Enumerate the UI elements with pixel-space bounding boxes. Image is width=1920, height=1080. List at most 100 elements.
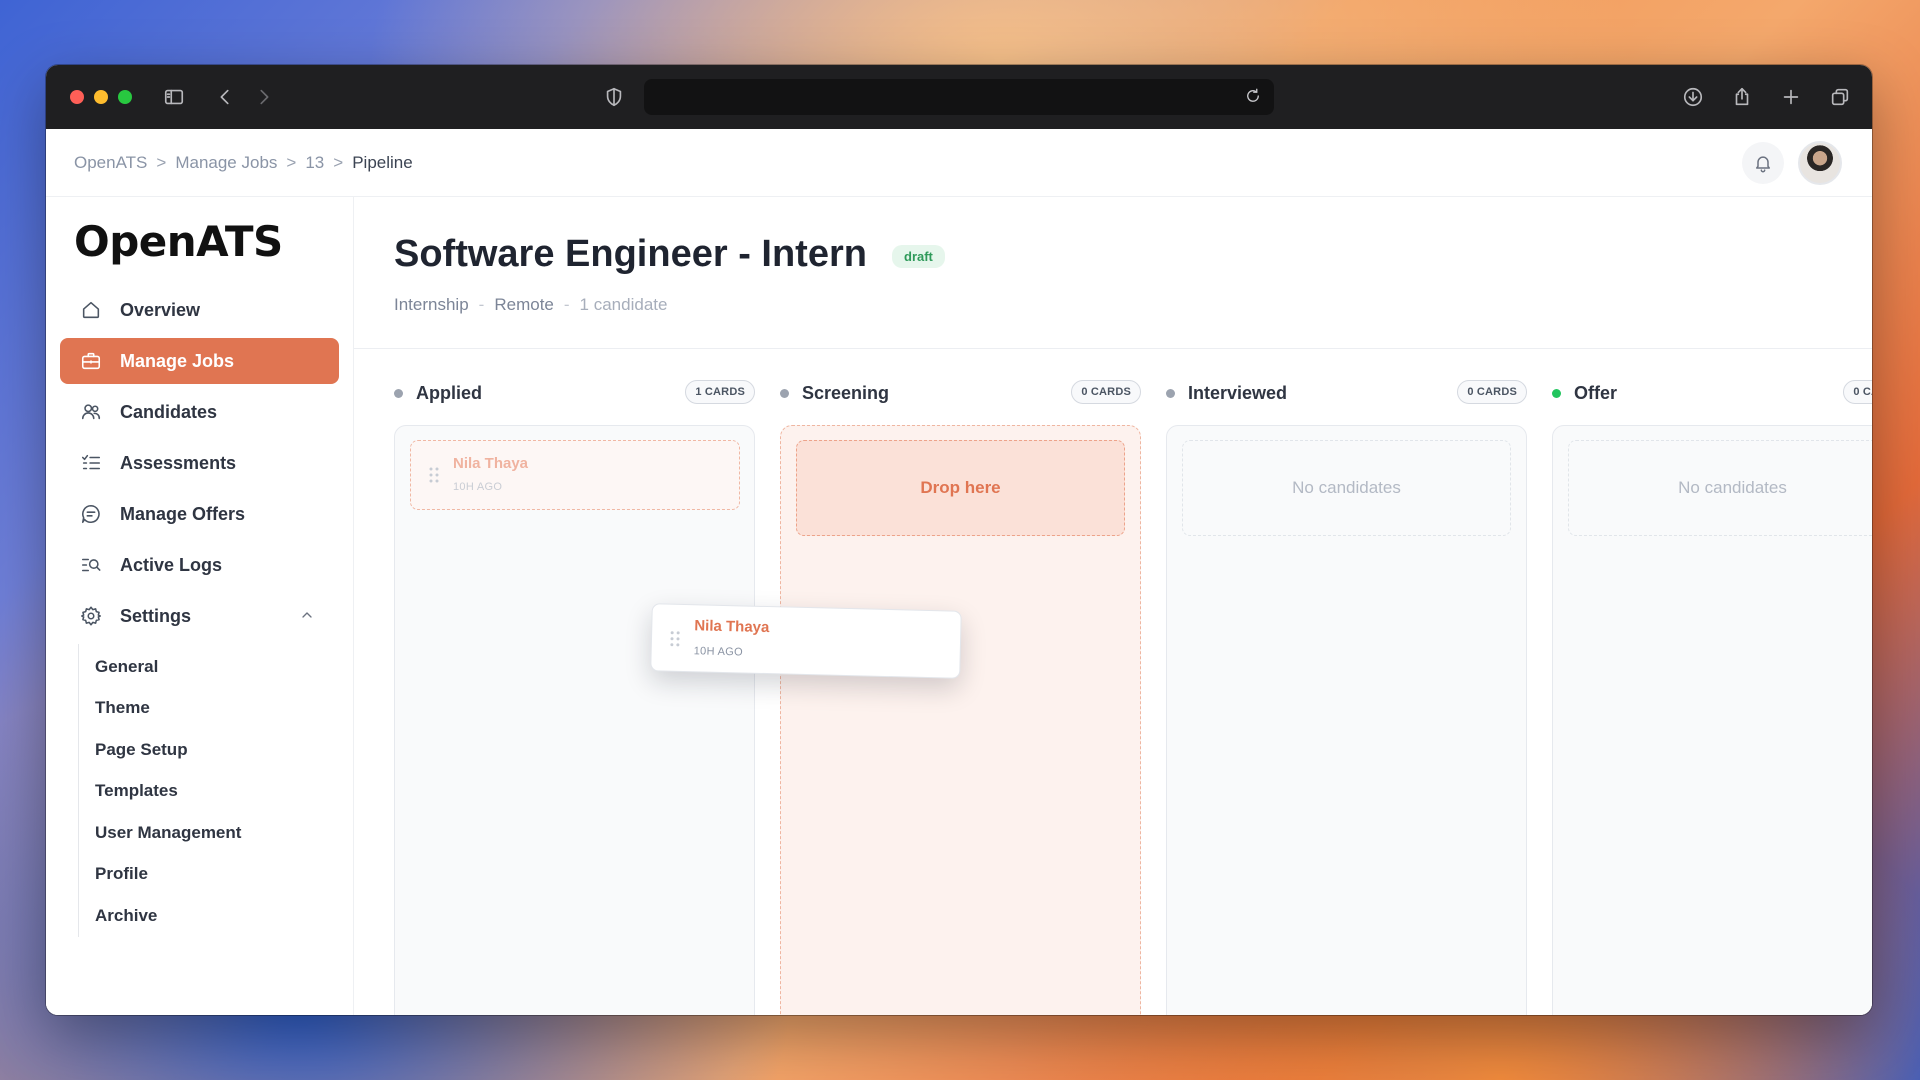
- column-header: Interviewed 0 CARDS: [1166, 377, 1527, 409]
- drag-handle-icon: [429, 467, 439, 483]
- sidebar-item-manage-offers[interactable]: Manage Offers: [60, 491, 339, 537]
- browser-toolbar: [46, 65, 1872, 129]
- candidate-time: 10H AGO: [453, 481, 503, 493]
- sidebar-item-label: Manage Jobs: [120, 350, 235, 371]
- breadcrumb-separator: >: [286, 152, 297, 172]
- empty-state: No candidates: [1568, 440, 1872, 536]
- pipeline-column-applied: Applied 1 CARDS Nila Thaya 10H AGO: [394, 377, 755, 1015]
- sidebar-nav: Overview Manage Jobs Candidates Assessme…: [60, 287, 339, 937]
- main-content: Software Engineer - Intern draft Interns…: [354, 197, 1872, 1015]
- column-count-badge: 1 CARDS: [685, 380, 755, 404]
- sidebar-item-label: Active Logs: [120, 554, 223, 575]
- settings-item-page-setup[interactable]: Page Setup: [95, 729, 339, 771]
- close-window-button[interactable]: [70, 90, 84, 104]
- column-dropzone[interactable]: No candidates: [1166, 425, 1527, 1015]
- sidebar-item-manage-jobs[interactable]: Manage Jobs: [60, 338, 339, 384]
- new-tab-icon[interactable]: [1779, 85, 1803, 109]
- column-title: Offer: [1574, 382, 1618, 403]
- column-dropzone[interactable]: No candidates: [1552, 425, 1872, 1015]
- sidebar-item-candidates[interactable]: Candidates: [60, 389, 339, 435]
- sidebar-item-label: Manage Offers: [120, 503, 246, 524]
- notifications-button[interactable]: [1742, 142, 1784, 184]
- maximize-window-button[interactable]: [118, 90, 132, 104]
- sidebar-item-label: Candidates: [120, 401, 218, 422]
- briefcase-icon: [78, 348, 104, 374]
- sidebar-item-assessments[interactable]: Assessments: [60, 440, 339, 486]
- message-icon: [78, 501, 104, 527]
- search-list-icon: [78, 552, 104, 578]
- app-page: OpenATS > Manage Jobs > 13 > Pipeline Op…: [46, 129, 1872, 1015]
- share-icon[interactable]: [1730, 85, 1754, 109]
- breadcrumb-item-manage-jobs[interactable]: Manage Jobs: [175, 153, 277, 173]
- column-status-dot: [780, 388, 789, 398]
- column-title: Applied: [416, 382, 482, 403]
- gear-icon: [78, 603, 104, 629]
- empty-state: No candidates: [1182, 440, 1511, 536]
- job-header: Software Engineer - Intern draft Interns…: [354, 197, 1872, 349]
- column-status-dot: [1166, 388, 1175, 398]
- column-title: Interviewed: [1188, 382, 1288, 403]
- drop-target[interactable]: Drop here: [796, 440, 1125, 536]
- sidebar-item-label: Assessments: [120, 452, 237, 473]
- status-badge: draft: [892, 245, 945, 268]
- column-title: Screening: [802, 382, 890, 403]
- pipeline-column-screening: Screening 0 CARDS Drop here: [780, 377, 1141, 1015]
- pipeline-column-offer: Offer 0 CARDS No candidates: [1552, 377, 1872, 1015]
- settings-item-templates[interactable]: Templates: [95, 771, 339, 813]
- candidate-name: Nila Thaya: [694, 617, 770, 637]
- sidebar-item-overview[interactable]: Overview: [60, 287, 339, 333]
- tabs-overview-icon[interactable]: [1828, 85, 1852, 109]
- sidebar-item-active-logs[interactable]: Active Logs: [60, 542, 339, 588]
- forward-icon[interactable]: [252, 85, 276, 109]
- user-avatar[interactable]: [1798, 141, 1842, 185]
- candidate-card-placeholder: Nila Thaya 10H AGO: [410, 440, 740, 510]
- settings-item-archive[interactable]: Archive: [95, 895, 339, 937]
- column-count-badge: 0 CARDS: [1071, 380, 1141, 404]
- back-icon[interactable]: [213, 85, 237, 109]
- download-icon[interactable]: [1681, 85, 1705, 109]
- chevron-up-icon[interactable]: [299, 607, 317, 625]
- breadcrumb-item-openats[interactable]: OpenATS: [74, 153, 147, 173]
- job-location: Remote: [494, 295, 554, 314]
- list-check-icon: [78, 450, 104, 476]
- app-logo[interactable]: OpenATS: [74, 217, 283, 266]
- drag-handle-icon[interactable]: [670, 631, 680, 647]
- top-bar: OpenATS > Manage Jobs > 13 > Pipeline: [46, 129, 1872, 197]
- column-header: Applied 1 CARDS: [394, 377, 755, 409]
- job-candidate-count: 1 candidate: [579, 295, 668, 314]
- column-dropzone[interactable]: Drop here: [780, 425, 1141, 1015]
- column-count-badge: 0 CARDS: [1843, 380, 1872, 404]
- settings-item-theme[interactable]: Theme: [95, 688, 339, 730]
- home-icon: [78, 297, 104, 323]
- candidate-time: 10H AGO: [693, 645, 744, 659]
- sidebar-item-settings[interactable]: Settings: [60, 593, 339, 639]
- column-count-badge: 0 CARDS: [1457, 380, 1527, 404]
- sidebar-item-label: Settings: [120, 605, 192, 626]
- settings-item-profile[interactable]: Profile: [95, 854, 339, 896]
- shield-icon[interactable]: [602, 85, 626, 109]
- breadcrumb-separator: >: [333, 152, 344, 172]
- meta-separator: -: [478, 295, 485, 314]
- settings-item-general[interactable]: General: [95, 646, 339, 688]
- breadcrumb-current: Pipeline: [352, 152, 413, 172]
- column-header: Offer 0 CARDS: [1552, 377, 1872, 409]
- breadcrumb-separator: >: [156, 152, 167, 172]
- job-meta: Internship - Remote - 1 candidate: [394, 295, 667, 315]
- reload-icon[interactable]: [1244, 87, 1264, 107]
- page-title: Software Engineer - Intern: [394, 233, 867, 275]
- candidate-name: Nila Thaya: [453, 455, 529, 472]
- breadcrumb-item-job-id[interactable]: 13: [305, 153, 324, 173]
- column-dropzone[interactable]: Nila Thaya 10H AGO: [394, 425, 755, 1015]
- settings-subnav: General Theme Page Setup Templates User …: [78, 644, 339, 937]
- column-header: Screening 0 CARDS: [780, 377, 1141, 409]
- sidebar: OpenATS Overview Manage Jobs Candidates …: [46, 197, 354, 1015]
- users-icon: [78, 399, 104, 425]
- dragging-candidate-card[interactable]: Nila Thaya 10H AGO: [650, 603, 962, 679]
- minimize-window-button[interactable]: [94, 90, 108, 104]
- address-bar[interactable]: [644, 79, 1274, 115]
- browser-window: OpenATS > Manage Jobs > 13 > Pipeline Op…: [46, 65, 1872, 1015]
- settings-item-user-management[interactable]: User Management: [95, 812, 339, 854]
- sidebar-toggle-icon[interactable]: [162, 85, 186, 109]
- bell-icon: [1756, 156, 1770, 173]
- pipeline-column-interviewed: Interviewed 0 CARDS No candidates: [1166, 377, 1527, 1015]
